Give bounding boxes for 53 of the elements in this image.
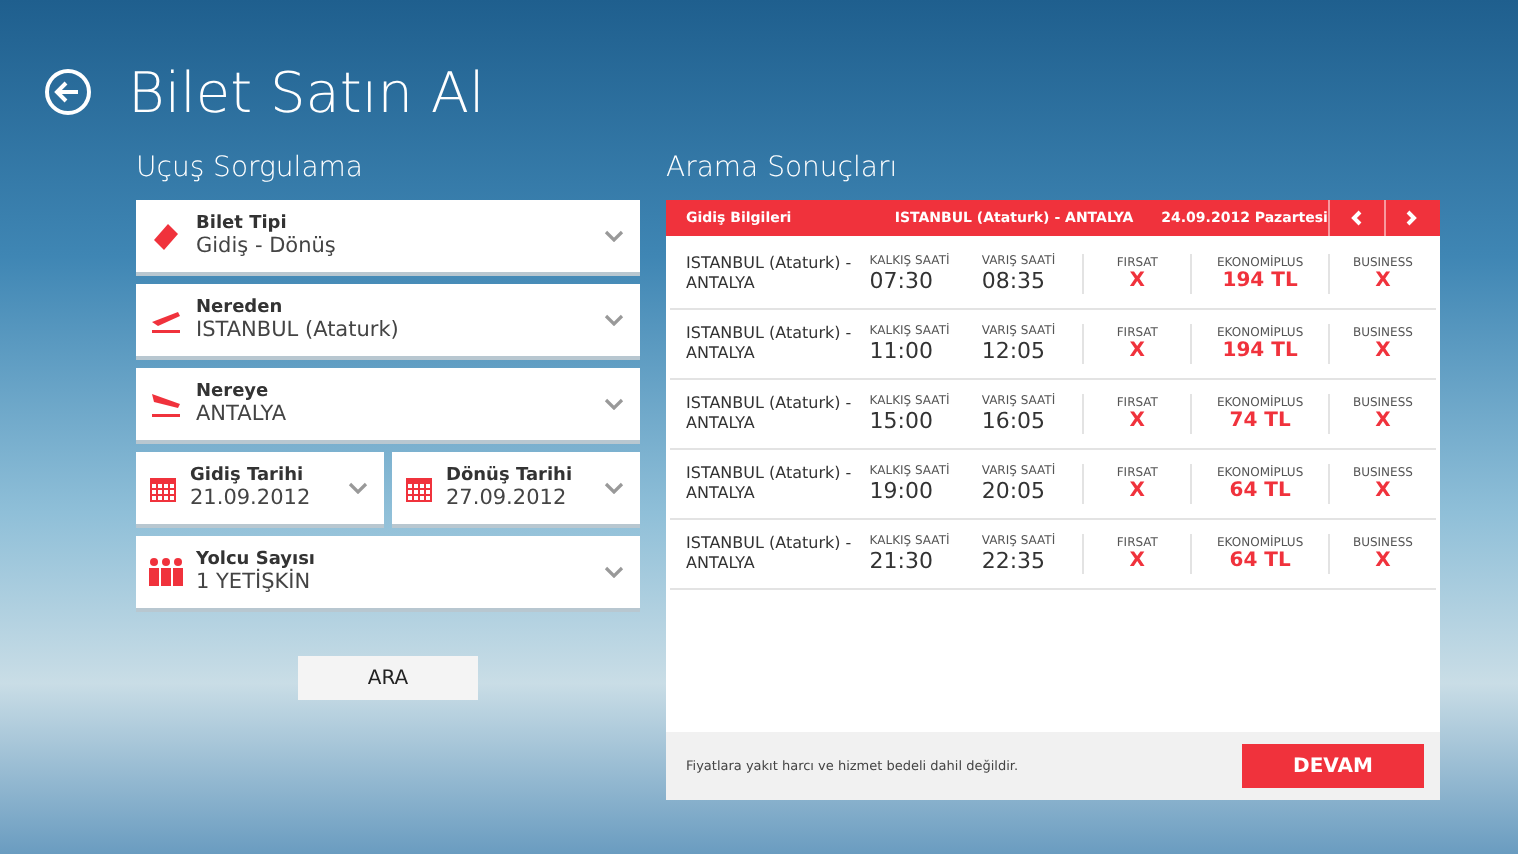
continue-button[interactable]: DEVAM bbox=[1242, 744, 1424, 788]
search-button[interactable]: ARA bbox=[298, 656, 478, 700]
flight-route: ISTANBUL (Ataturk) - ANTALYA bbox=[684, 253, 854, 295]
time-value: 07:30 bbox=[869, 268, 933, 294]
time-value: 15:00 bbox=[869, 408, 933, 434]
flight-route: ISTANBUL (Ataturk) - ANTALYA bbox=[684, 393, 854, 435]
fare-value: X bbox=[1375, 270, 1391, 292]
fare-value: 194 TL bbox=[1222, 270, 1298, 292]
dropdown-field[interactable]: Yolcu Sayısı 1 YETİŞKİN bbox=[136, 536, 640, 612]
flight-route: ISTANBUL (Ataturk) - ANTALYA bbox=[684, 323, 854, 365]
time-value: 19:00 bbox=[869, 478, 933, 504]
time-value: 11:00 bbox=[869, 338, 933, 364]
fare-value: X bbox=[1375, 550, 1391, 572]
fare-value: X bbox=[1129, 550, 1146, 572]
flight-route: ISTANBUL (Ataturk) - ANTALYA bbox=[684, 463, 854, 505]
fare-value: X bbox=[1129, 340, 1146, 362]
field-value: 21.09.2012 bbox=[190, 486, 313, 510]
time-value: 12:05 bbox=[981, 338, 1046, 364]
fare-value: X bbox=[1129, 270, 1146, 292]
dropdown-field[interactable]: Bilet Tipi Gidiş - Dönüş bbox=[136, 200, 640, 276]
fare-value: 64 TL bbox=[1229, 480, 1291, 502]
fare-value: X bbox=[1375, 340, 1391, 362]
section-heading: Arama Sonuçları bbox=[666, 152, 900, 188]
dropdown-field[interactable]: Nereye ANTALYA bbox=[136, 368, 640, 444]
time-value: 16:05 bbox=[981, 408, 1046, 434]
dropdown-field[interactable]: Nereden ISTANBUL (Ataturk) bbox=[136, 284, 640, 360]
field-label: Gidiş Tarihi bbox=[190, 466, 306, 486]
field-label: Yolcu Sayısı bbox=[196, 550, 318, 570]
field-value: ISTANBUL (Ataturk) bbox=[196, 318, 401, 342]
fare-value: X bbox=[1129, 480, 1146, 502]
field-label: Nereye bbox=[196, 382, 271, 402]
time-value: 22:35 bbox=[981, 548, 1046, 574]
field-label: Bilet Tipi bbox=[196, 214, 289, 234]
fare-value: X bbox=[1375, 410, 1391, 432]
time-value: 21:30 bbox=[869, 548, 933, 574]
field-value: ANTALYA bbox=[196, 402, 289, 426]
fare-value: 194 TL bbox=[1222, 340, 1298, 362]
field-label: Nereden bbox=[196, 298, 285, 318]
time-value: 08:35 bbox=[981, 268, 1046, 294]
fare-value: X bbox=[1375, 480, 1391, 502]
field-value: 27.09.2012 bbox=[446, 486, 569, 510]
fare-value: 64 TL bbox=[1229, 550, 1291, 572]
field-value: Gidiş - Dönüş bbox=[196, 234, 338, 258]
section-heading: Uçuş Sorgulama bbox=[136, 152, 365, 188]
time-value: 20:05 bbox=[981, 478, 1046, 504]
field-value: 1 YETİŞKİN bbox=[196, 570, 313, 594]
fare-value: X bbox=[1129, 410, 1146, 432]
fare-value: 74 TL bbox=[1229, 410, 1291, 432]
dropdown-field[interactable]: Gidiş Tarihi 21.09.2012 bbox=[136, 452, 384, 528]
page-title: Bilet Satın Al bbox=[128, 59, 485, 125]
flight-route: ISTANBUL (Ataturk) - ANTALYA bbox=[684, 533, 854, 575]
field-label: Dönüş Tarihi bbox=[446, 466, 575, 486]
dropdown-field[interactable]: Dönüş Tarihi 27.09.2012 bbox=[392, 452, 640, 528]
